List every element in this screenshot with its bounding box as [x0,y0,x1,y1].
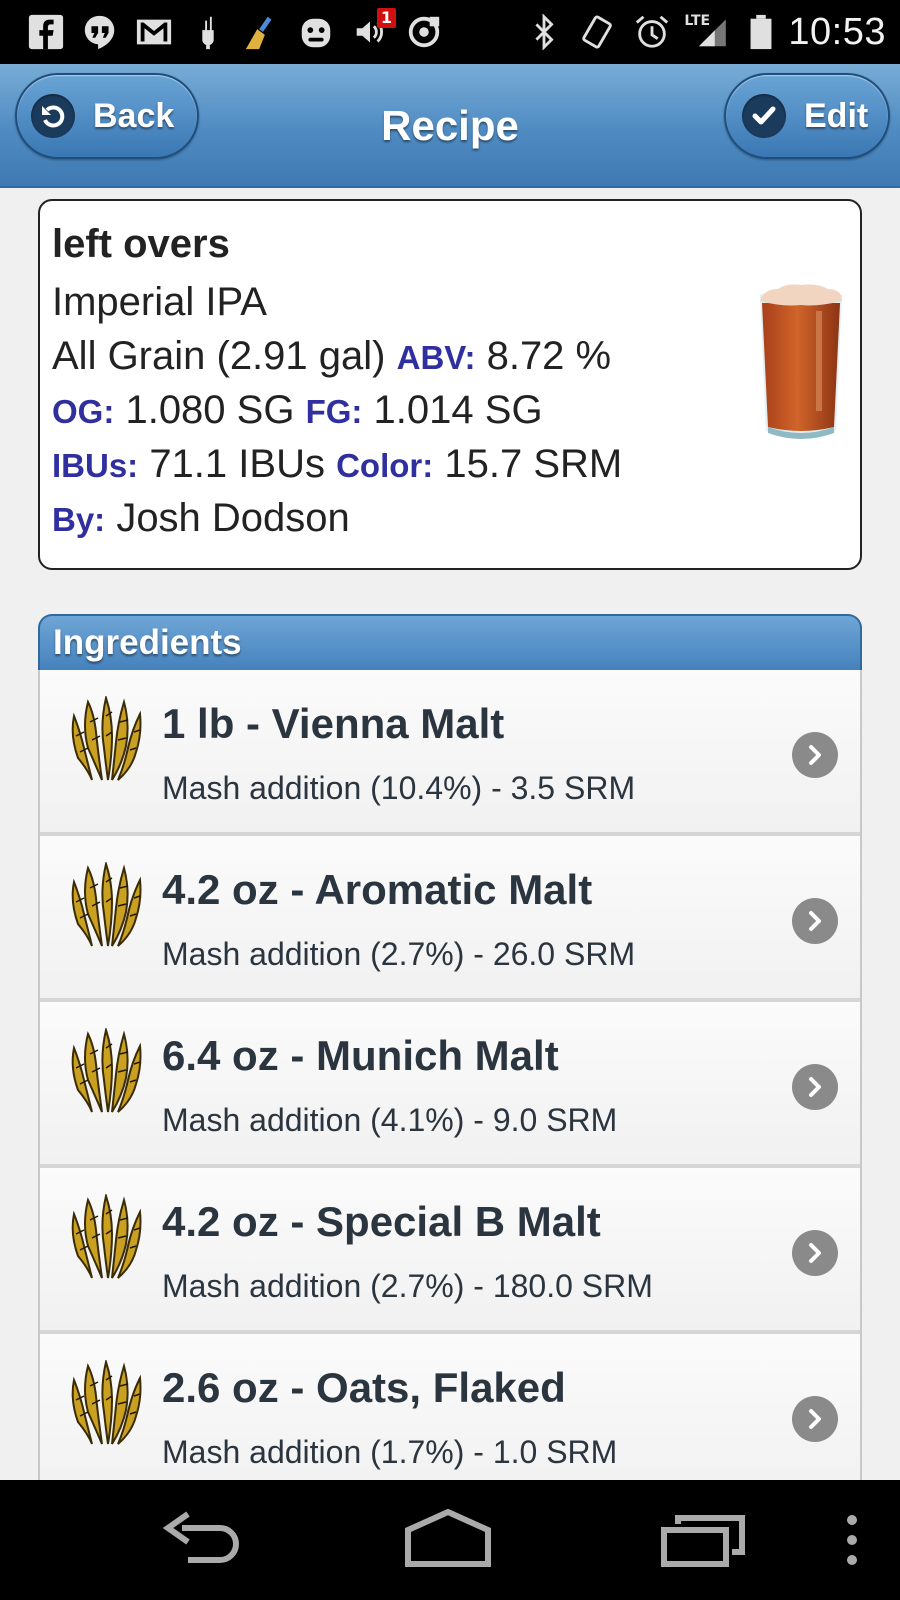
wheat-grain-icon [71,1360,142,1445]
ingredient-item[interactable]: 6.4 oz - Munich Malt Mash addition (4.1%… [40,1002,860,1168]
ingredient-title: 4.2 oz - Special B Malt [162,1198,601,1245]
app-face-icon [296,12,336,52]
recipe-style: Imperial IPA [52,280,267,324]
ingredients-header: Ingredients [38,614,862,670]
chevron-right-icon[interactable] [792,1064,838,1110]
status-time: 10:53 [788,10,886,53]
ingredient-title: 4.2 oz - Aromatic Malt [162,866,593,913]
ingredient-title: 2.6 oz - Oats, Flaked [162,1364,566,1411]
ingredient-detail: Mash addition (2.7%) - 26.0 SRM [162,936,636,972]
back-arrow-icon [31,94,75,138]
system-nav-bar [0,1480,900,1600]
sync-icon [404,12,444,52]
sound-alert-icon: 1 [350,8,396,52]
chevron-right-icon[interactable] [792,1230,838,1276]
abv-value: 8.72 % [486,334,612,378]
back-button[interactable]: Back [15,73,199,159]
recipe-gravity-row: OG: 1.080 SG FG: 1.014 SG [52,383,848,437]
gmail-icon [134,12,174,52]
app-header: Recipe Back Edit [0,64,900,188]
fg-label: FG: [305,393,363,430]
notification-icons: 1 [0,8,524,52]
ingredient-detail: Mash addition (4.1%) - 9.0 SRM [162,1102,618,1138]
recents-nav-icon[interactable] [656,1500,752,1580]
edit-button[interactable]: Edit [724,73,890,159]
og-value: 1.080 SG [125,388,295,432]
facebook-icon [26,12,66,52]
wheat-grain-icon [71,1028,142,1113]
status-bar: 1 LTE 10:53 [0,0,900,64]
system-icons: LTE 10:53 [524,11,900,54]
edit-button-label: Edit [804,96,869,135]
fg-value: 1.014 SG [373,388,543,432]
ingredient-detail: Mash addition (2.7%) - 180.0 SRM [162,1268,653,1304]
recipe-type-batch: All Grain (2.91 gal) [52,334,386,378]
recipe-name: left overs [52,222,230,266]
checkmark-icon [742,94,786,138]
bluetooth-icon [524,12,564,52]
recipe-ibu-color-row: IBUs: 71.1 IBUs Color: 15.7 SRM [52,437,848,491]
hangouts-icon [80,12,120,52]
back-button-label: Back [93,96,175,135]
network-label: LTE [684,13,711,29]
ingredient-detail: Mash addition (10.4%) - 3.5 SRM [162,770,636,806]
chevron-right-icon[interactable] [792,898,838,944]
ingredient-item[interactable]: 4.2 oz - Aromatic Malt Mash addition (2.… [40,836,860,1002]
cleaner-broom-icon [242,12,282,52]
ingredient-title: 1 lb - Vienna Malt [162,700,505,747]
abv-label: ABV: [396,339,476,376]
usb-debug-icon [188,12,228,52]
og-label: OG: [52,393,115,430]
ibu-value: 71.1 IBUs [149,442,325,486]
ingredient-detail: Mash addition (1.7%) - 1.0 SRM [162,1434,618,1470]
recipe-summary-card: left overs Imperial IPA All Grain (2.91 … [38,199,862,570]
recipe-batch-abv-row: All Grain (2.91 gal) ABV: 8.72 % [52,329,848,383]
ingredient-item[interactable]: 1 lb - Vienna Malt Mash addition (10.4%)… [40,670,860,836]
chevron-right-icon[interactable] [792,1396,838,1442]
ingredient-item[interactable]: 2.6 oz - Oats, Flaked Mash addition (1.7… [40,1334,860,1480]
wheat-grain-icon [71,696,142,781]
chevron-right-icon[interactable] [792,732,838,778]
color-value: 15.7 SRM [444,442,623,486]
vibrate-icon [578,12,618,52]
beer-glass-icon [760,284,842,439]
color-label: Color: [336,447,434,484]
ingredients-list: 1 lb - Vienna Malt Mash addition (10.4%)… [38,670,862,1480]
ingredient-item[interactable]: 4.2 oz - Special B Malt Mash addition (2… [40,1168,860,1334]
ibu-label: IBUs: [52,447,139,484]
alarm-icon [632,12,672,52]
author-name: Josh Dodson [116,496,350,540]
recipe-author-row: By: Josh Dodson [52,491,848,545]
sound-badge: 1 [376,8,396,28]
wheat-grain-icon [71,1194,142,1279]
home-nav-icon[interactable] [400,1500,496,1580]
ingredient-title: 6.4 oz - Munich Malt [162,1032,559,1079]
battery-icon [748,12,774,52]
wheat-grain-icon [71,862,142,947]
back-nav-icon[interactable] [152,1500,248,1580]
overflow-menu-icon[interactable] [832,1500,872,1580]
lte-signal-icon: LTE [684,12,734,52]
by-label: By: [52,501,106,538]
